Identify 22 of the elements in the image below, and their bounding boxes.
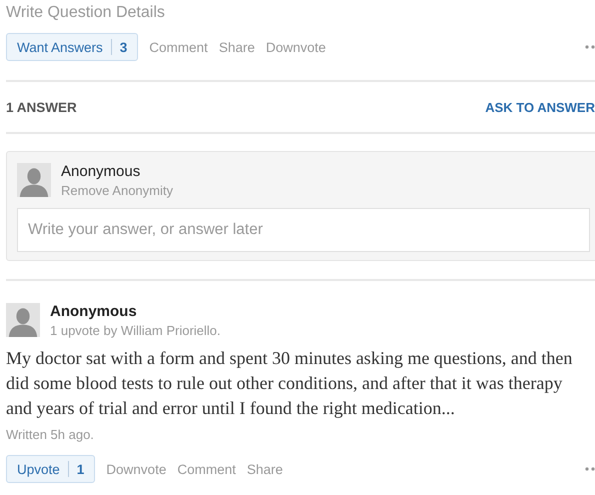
upvote-note: 1 upvote by William Prioriello. [50, 323, 221, 338]
more-options-icon[interactable] [585, 45, 595, 49]
ask-to-answer-link[interactable]: ASK TO ANSWER [485, 100, 595, 114]
action-link[interactable]: Downvote [266, 40, 326, 54]
answer-text: My doctor sat with a form and spent 30 minutes asking me questions, and then did some blood tests to rule out other conditions, and after that it was therapy and years of trial and error until I found the right medication... [6, 347, 574, 420]
avatar-icon [17, 163, 51, 197]
upvote-button[interactable]: Upvote 1 [6, 455, 96, 483]
action-link[interactable]: Downvote [106, 462, 166, 476]
want-answers-button[interactable]: Want Answers 3 [6, 33, 138, 61]
action-link[interactable]: Share [246, 462, 283, 476]
action-link[interactable]: Comment [149, 40, 208, 54]
remove-anonymity-link[interactable]: Remove Anonymity [61, 183, 173, 198]
user-name: Anonymous [61, 163, 142, 180]
answer-count: 1 ANSWER [6, 100, 77, 114]
action-link[interactable]: Comment [177, 462, 236, 476]
author-name[interactable]: Anonymous [50, 303, 221, 320]
avatar-icon [6, 303, 40, 337]
question-details-link[interactable]: Write Question Details [6, 4, 595, 22]
more-options-icon[interactable] [585, 467, 595, 471]
answer-input-field[interactable]: Write your answer, or answer later [17, 208, 590, 252]
written-time: Written 5h ago. [6, 427, 95, 442]
action-link[interactable]: Share [218, 40, 255, 54]
